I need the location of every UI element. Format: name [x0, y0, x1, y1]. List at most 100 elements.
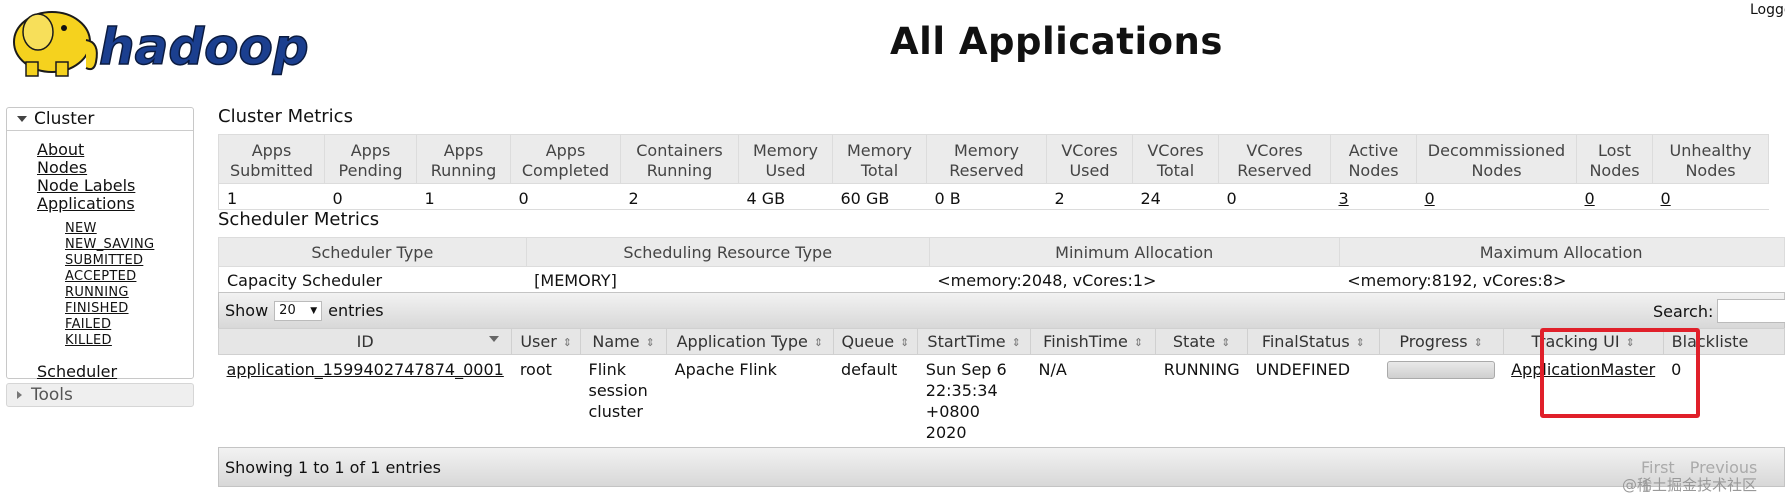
sort-desc-icon: [489, 336, 500, 342]
header-apps-submitted: Apps Submitted: [218, 134, 325, 184]
cell-name: Flink session cluster: [588, 360, 648, 421]
cluster-menu: Cluster About Nodes Node Labels Applicat…: [6, 107, 194, 381]
value-unhealthy-nodes: 0: [1652, 183, 1769, 210]
sort-icon: ⇕: [1625, 336, 1635, 349]
progress-bar: [1387, 361, 1496, 379]
decommissioned-nodes-link[interactable]: 0: [1425, 189, 1435, 208]
header-vcores-total: VCores Total: [1132, 134, 1219, 184]
nav-nodes[interactable]: Nodes: [37, 159, 193, 177]
col-progress[interactable]: Progress ⇕: [1378, 328, 1504, 355]
application-id-link[interactable]: application_1599402747874_0001: [227, 360, 504, 379]
header-decommissioned-nodes: Decommissioned Nodes: [1416, 134, 1577, 184]
nav-scheduler[interactable]: Scheduler: [37, 363, 193, 381]
cell-id: application_1599402747874_0001: [219, 355, 512, 448]
header-active-nodes: Active Nodes: [1330, 134, 1417, 184]
cell-finalstatus: UNDEFINED: [1255, 360, 1351, 379]
entries-info: Showing 1 to 1 of 1 entries: [225, 457, 441, 477]
cell-tracking-ui: ApplicationMaster: [1503, 355, 1663, 448]
scheduler-metrics-heading: Scheduler Metrics: [218, 209, 380, 230]
scheduler-metrics-table: Scheduler Type Scheduling Resource Type …: [218, 237, 1785, 294]
value-vcores-used: 2: [1046, 183, 1133, 210]
value-memory-used: 4 GB: [738, 183, 833, 210]
cluster-metrics-table: Apps Submitted Apps Pending Apps Running Ap…: [218, 134, 1769, 210]
cell-state: RUNNING: [1163, 360, 1240, 379]
header-scheduling-resource-type: Scheduling Resource Type: [525, 237, 930, 267]
entries-label: entries: [328, 301, 384, 320]
value-minimum-allocation: <memory:2048, vCores:1>: [929, 266, 1340, 294]
hadoop-logo[interactable]: hadoop: [4, 2, 338, 78]
tools-menu-header[interactable]: Tools: [6, 383, 194, 407]
application-master-link[interactable]: ApplicationMaster: [1511, 360, 1655, 379]
cluster-label: Cluster: [34, 109, 95, 129]
nav-state-new-saving[interactable]: NEW_SAVING: [65, 237, 193, 253]
value-apps-submitted: 1: [218, 183, 325, 210]
lost-nodes-link[interactable]: 0: [1585, 189, 1595, 208]
sort-icon: ⇕: [1473, 336, 1483, 349]
entries-select-value: 20: [279, 303, 296, 318]
value-scheduling-resource-type: [MEMORY]: [526, 266, 930, 294]
nav-state-running[interactable]: RUNNING: [65, 285, 193, 301]
col-application-type[interactable]: Application Type ⇕: [666, 328, 834, 355]
header-unhealthy-nodes: Unhealthy Nodes: [1652, 134, 1769, 184]
nav-node-labels[interactable]: Node Labels: [37, 177, 193, 195]
watermark: @稀土掘金技术社区: [1622, 476, 1758, 494]
cell-progress: [1379, 355, 1503, 448]
value-apps-completed: 0: [510, 183, 621, 210]
value-decommissioned-nodes: 0: [1416, 183, 1577, 210]
page-title: All Applications: [890, 20, 1223, 63]
header-containers-running: Containers Running: [620, 134, 739, 184]
active-nodes-link[interactable]: 3: [1339, 189, 1349, 208]
nav-state-new[interactable]: NEW: [65, 221, 193, 237]
col-name[interactable]: Name ⇕: [579, 328, 668, 355]
nav-state-killed[interactable]: KILLED: [65, 333, 193, 349]
value-apps-pending: 0: [324, 183, 417, 210]
nav-state-finished[interactable]: FINISHED: [65, 301, 193, 317]
table-row: application_1599402747874_0001 root Flin…: [219, 355, 1785, 448]
value-active-nodes: 3: [1330, 183, 1417, 210]
show-label: Show: [225, 301, 269, 320]
cell-queue: default: [841, 360, 898, 379]
header-vcores-reserved: VCores Reserved: [1218, 134, 1331, 184]
header-apps-running: Apps Running: [416, 134, 511, 184]
cell-starttime: Sun Sep 6 22:35:34 +0800 2020: [925, 360, 1007, 442]
sort-icon: ⇕: [645, 336, 655, 349]
col-queue[interactable]: Queue ⇕: [832, 328, 919, 355]
col-id[interactable]: ID: [217, 328, 513, 355]
unhealthy-nodes-link[interactable]: 0: [1661, 189, 1671, 208]
cluster-metrics-heading: Cluster Metrics: [218, 106, 353, 127]
cell-blacklisted: 0: [1671, 360, 1682, 379]
value-scheduler-type: Capacity Scheduler: [218, 266, 527, 294]
col-tracking-ui[interactable]: Tracking UI ⇕: [1502, 328, 1664, 355]
nav-about[interactable]: About: [37, 141, 193, 159]
cluster-menu-header[interactable]: Cluster: [7, 108, 193, 131]
applications-panel: Show 20 ▼ entries Search: ID User ⇕ Name ⇕…: [217, 292, 1785, 496]
col-finalstatus[interactable]: FinalStatus ⇕: [1247, 328, 1380, 355]
sort-icon: ⇕: [1011, 336, 1021, 349]
header-memory-total: Memory Total: [832, 134, 927, 184]
nav-state-accepted[interactable]: ACCEPTED: [65, 269, 193, 285]
sort-icon: ⇕: [1133, 336, 1144, 349]
header-minimum-allocation: Minimum Allocation: [928, 237, 1340, 267]
nav-applications[interactable]: Applications: [37, 195, 193, 213]
search-label: Search:: [1653, 301, 1714, 321]
col-starttime[interactable]: StartTime ⇕: [917, 328, 1031, 355]
search-area: Search:: [1653, 299, 1785, 323]
sort-icon: ⇕: [562, 336, 572, 349]
value-vcores-total: 24: [1132, 183, 1219, 210]
entries-select[interactable]: 20 ▼: [274, 300, 323, 321]
col-finishtime[interactable]: FinishTime ⇕: [1029, 328, 1157, 355]
sidebar: Cluster About Nodes Node Labels Applicat…: [6, 107, 194, 407]
nav-state-submitted[interactable]: SUBMITTED: [65, 253, 193, 269]
triangle-down-icon: [17, 116, 27, 122]
value-lost-nodes: 0: [1576, 183, 1653, 210]
value-containers-running: 2: [620, 183, 739, 210]
nav-state-failed[interactable]: FAILED: [65, 317, 193, 333]
header-memory-reserved: Memory Reserved: [926, 134, 1047, 184]
search-input[interactable]: [1717, 299, 1785, 323]
applications-table: ID User ⇕ Name ⇕ Application Type ⇕ Queue ⇕ …: [217, 328, 1785, 448]
col-state[interactable]: State ⇕: [1155, 328, 1249, 355]
col-blacklisted[interactable]: Blackliste: [1662, 328, 1785, 355]
header-maximum-allocation: Maximum Allocation: [1338, 237, 1785, 267]
header-vcores-used: VCores Used: [1046, 134, 1133, 184]
col-user[interactable]: User ⇕: [511, 328, 581, 355]
